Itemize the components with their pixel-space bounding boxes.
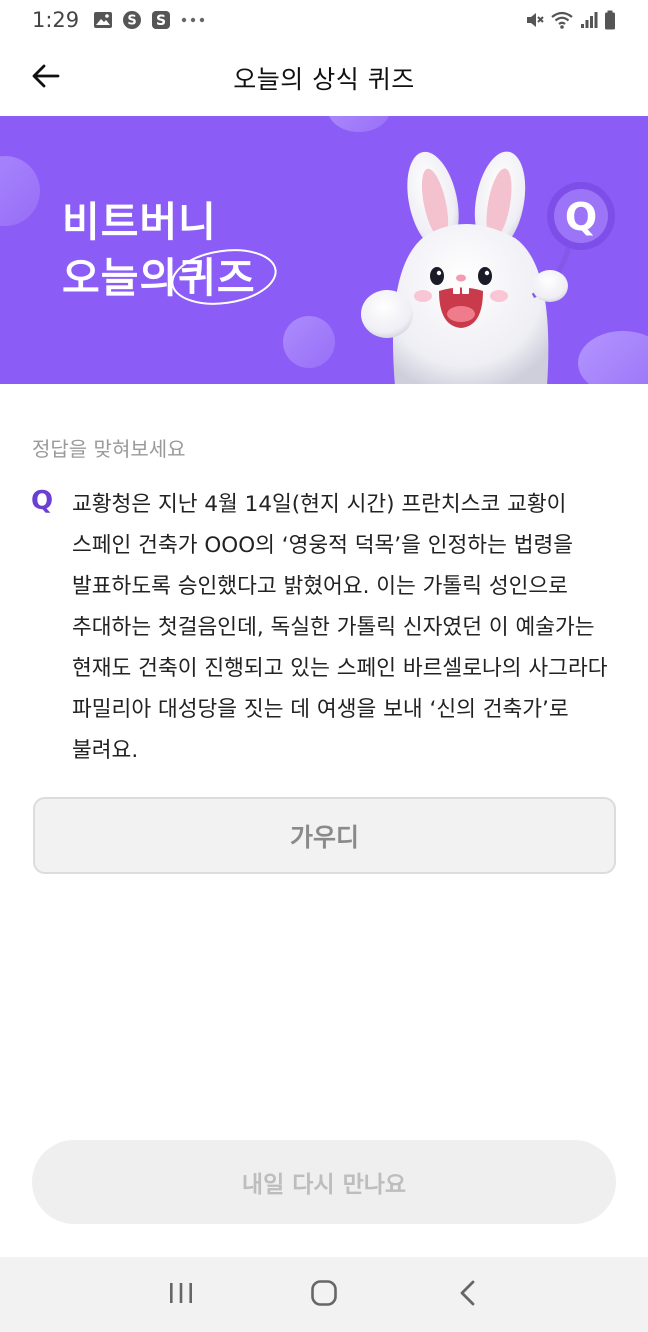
banner-line-1: 비트버니 xyxy=(62,198,217,246)
wifi-icon xyxy=(550,10,574,30)
banner-line-2-prefix: 오늘의 xyxy=(62,254,179,302)
system-nav-bar xyxy=(0,1257,648,1332)
back-nav-icon xyxy=(458,1279,476,1311)
status-time: 1:29 xyxy=(32,8,80,32)
signal-icon xyxy=(580,11,598,29)
back-button[interactable] xyxy=(26,58,66,98)
status-system-icons xyxy=(524,10,616,30)
svg-text:S: S xyxy=(127,14,136,29)
coin-decoration-icon xyxy=(0,156,40,226)
s-circle-icon: S xyxy=(122,10,142,30)
home-icon xyxy=(310,1279,338,1311)
arrow-left-icon xyxy=(32,64,60,92)
quiz-prompt: 정답을 맞혀보세요 xyxy=(32,437,186,461)
highlight-ellipse-icon xyxy=(171,249,277,305)
mute-icon xyxy=(524,10,544,30)
status-bar: 1:29 S S xyxy=(0,0,648,40)
status-notification-icons: S S xyxy=(93,10,206,30)
coin-decoration-icon xyxy=(328,116,390,132)
image-icon xyxy=(93,11,113,29)
quiz-banner: 비트버니 오늘의 퀴즈 Q xyxy=(0,116,648,384)
recent-apps-icon xyxy=(168,1281,194,1309)
home-button[interactable] xyxy=(294,1265,354,1325)
question-text: 교황청은 지난 4월 14일(현지 시간) 프란치스코 교황이 스페인 건축가 … xyxy=(72,492,608,763)
battery-icon xyxy=(604,10,616,30)
bunny-mascot-icon: Q xyxy=(361,151,615,384)
coin-decoration-icon xyxy=(283,316,335,368)
banner-title: 비트버니 오늘의 퀴즈 xyxy=(62,194,277,306)
svg-text:Q: Q xyxy=(565,195,597,239)
page-title: 오늘의 상식 퀴즈 xyxy=(233,65,415,94)
back-nav-button[interactable] xyxy=(437,1265,497,1325)
banner-highlight-word: 퀴즈 xyxy=(171,249,277,306)
recent-apps-button[interactable] xyxy=(151,1265,211,1325)
banner-line-2: 오늘의 퀴즈 xyxy=(62,249,277,306)
s-app-icon: S xyxy=(151,10,171,30)
app-header: 오늘의 상식 퀴즈 xyxy=(0,40,648,116)
more-dots-icon xyxy=(180,16,206,24)
svg-text:S: S xyxy=(156,13,166,29)
answer-option-button[interactable]: 가우디 xyxy=(33,797,616,874)
question-label: Q xyxy=(31,486,54,516)
see-you-tomorrow-button[interactable]: 내일 다시 만나요 xyxy=(32,1140,616,1224)
